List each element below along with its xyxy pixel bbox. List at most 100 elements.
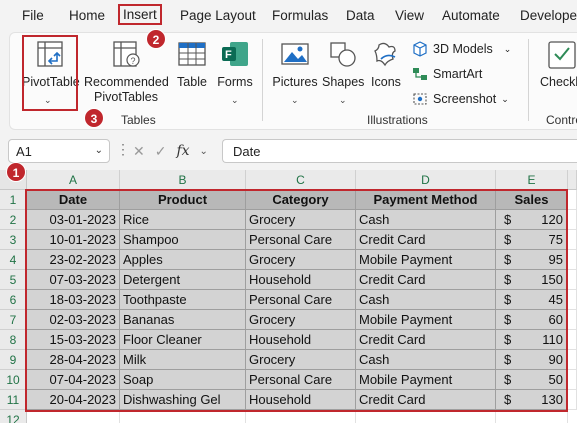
table-cell[interactable]: 18-03-2023 [27, 290, 120, 310]
chevron-down-icon[interactable]: ⌄ [504, 44, 512, 55]
sales-cell[interactable]: $130 [496, 390, 568, 410]
table-cell[interactable]: Bananas [120, 310, 246, 330]
row-header-12[interactable]: 12 [0, 410, 27, 423]
table-cell[interactable]: Credit Card [356, 230, 496, 250]
sales-cell[interactable]: $110 [496, 330, 568, 350]
table-cell[interactable]: Cash [356, 350, 496, 370]
sales-cell[interactable]: $45 [496, 290, 568, 310]
sales-cell[interactable]: $75 [496, 230, 568, 250]
table-cell[interactable]: 28-04-2023 [27, 350, 120, 370]
table-cell[interactable]: Grocery [246, 210, 356, 230]
empty-cell[interactable] [568, 330, 577, 350]
column-header-d[interactable]: D [356, 170, 496, 190]
table-cell[interactable]: Rice [120, 210, 246, 230]
row-header-6[interactable]: 6 [0, 290, 27, 310]
empty-cell[interactable] [568, 210, 577, 230]
table-cell[interactable]: 15-03-2023 [27, 330, 120, 350]
table-cell[interactable]: Cash [356, 210, 496, 230]
sales-cell[interactable]: $120 [496, 210, 568, 230]
table-cell[interactable]: Mobile Payment [356, 370, 496, 390]
row-header-11[interactable]: 11 [0, 390, 27, 410]
row-header-9[interactable]: 9 [0, 350, 27, 370]
chevron-down-icon[interactable]: ⌄ [231, 93, 239, 108]
tab-formulas[interactable]: Formulas [272, 8, 328, 23]
table-cell[interactable]: 03-01-2023 [27, 210, 120, 230]
sales-cell[interactable]: $150 [496, 270, 568, 290]
column-header-e[interactable]: E [496, 170, 568, 190]
table-cell[interactable]: Shampoo [120, 230, 246, 250]
empty-cell[interactable] [27, 410, 120, 423]
empty-cell[interactable] [568, 190, 577, 210]
table-cell[interactable]: 10-01-2023 [27, 230, 120, 250]
column-header-c[interactable]: C [246, 170, 356, 190]
cancel-icon[interactable]: ✕ [133, 143, 145, 160]
empty-cell[interactable] [568, 290, 577, 310]
forms-button[interactable]: F Forms ⌄ [215, 37, 255, 107]
table-cell[interactable]: Credit Card [356, 330, 496, 350]
confirm-icon[interactable]: ✓ [155, 143, 167, 160]
table-cell[interactable]: Credit Card [356, 390, 496, 410]
row-header-4[interactable]: 4 [0, 250, 27, 270]
table-cell[interactable]: Grocery [246, 250, 356, 270]
table-header-cell[interactable]: Category [246, 190, 356, 210]
table-cell[interactable]: 23-02-2023 [27, 250, 120, 270]
empty-cell[interactable] [496, 410, 568, 423]
table-cell[interactable]: 20-04-2023 [27, 390, 120, 410]
empty-cell[interactable] [568, 310, 577, 330]
table-cell[interactable]: Personal Care [246, 230, 356, 250]
empty-cell[interactable] [120, 410, 246, 423]
table-cell[interactable]: Grocery [246, 310, 356, 330]
smartart-button[interactable]: SmartArt [412, 66, 482, 82]
tab-insert[interactable]: Insert [118, 4, 162, 25]
table-cell[interactable]: Milk [120, 350, 246, 370]
row-header-8[interactable]: 8 [0, 330, 27, 350]
tab-developer[interactable]: Develope [520, 8, 577, 23]
empty-cell[interactable] [568, 270, 577, 290]
table-cell[interactable]: Detergent [120, 270, 246, 290]
table-header-cell[interactable]: Date [27, 190, 120, 210]
table-cell[interactable]: Personal Care [246, 370, 356, 390]
column-header-b[interactable]: B [120, 170, 246, 190]
table-header-cell[interactable]: Product [120, 190, 246, 210]
tab-home[interactable]: Home [69, 8, 105, 23]
table-cell[interactable]: Household [246, 330, 356, 350]
table-cell[interactable]: Floor Cleaner [120, 330, 246, 350]
sales-cell[interactable]: $95 [496, 250, 568, 270]
table-button[interactable]: Table [174, 37, 210, 107]
row-header-7[interactable]: 7 [0, 310, 27, 330]
table-cell[interactable]: Cash [356, 290, 496, 310]
row-header-5[interactable]: 5 [0, 270, 27, 290]
empty-cell[interactable] [568, 370, 577, 390]
sales-cell[interactable]: $60 [496, 310, 568, 330]
table-cell[interactable]: Dishwashing Gel [120, 390, 246, 410]
name-box[interactable]: A1 ⌄ [8, 139, 110, 163]
sales-cell[interactable]: $50 [496, 370, 568, 390]
empty-cell[interactable] [356, 410, 496, 423]
table-cell[interactable]: Household [246, 390, 356, 410]
screenshot-button[interactable]: Screenshot ⌄ [412, 91, 509, 107]
tab-automate[interactable]: Automate [442, 8, 500, 23]
chevron-down-icon[interactable]: ⌄ [95, 145, 103, 156]
formula-input[interactable]: Date [222, 139, 577, 163]
empty-cell[interactable] [568, 250, 577, 270]
tab-view[interactable]: View [395, 8, 424, 23]
tab-page-layout[interactable]: Page Layout [180, 8, 256, 23]
row-header-3[interactable]: 3 [0, 230, 27, 250]
table-cell[interactable]: Credit Card [356, 270, 496, 290]
empty-cell[interactable] [246, 410, 356, 423]
table-cell[interactable]: Mobile Payment [356, 250, 496, 270]
table-cell[interactable]: Soap [120, 370, 246, 390]
icons-button[interactable]: Icons [368, 37, 404, 107]
table-cell[interactable]: 02-03-2023 [27, 310, 120, 330]
chevron-down-icon[interactable]: ⌄ [501, 94, 509, 105]
chevron-down-icon[interactable]: ⌄ [291, 93, 299, 108]
empty-cell[interactable] [568, 350, 577, 370]
table-header-cell[interactable]: Sales [496, 190, 568, 210]
empty-cell[interactable] [568, 230, 577, 250]
column-header-a[interactable]: A [27, 170, 120, 190]
pictures-button[interactable]: Pictures ⌄ [272, 37, 318, 107]
shapes-button[interactable]: Shapes ⌄ [322, 37, 364, 107]
table-cell[interactable]: 07-03-2023 [27, 270, 120, 290]
row-header-1[interactable]: 1 [0, 190, 27, 210]
tab-data[interactable]: Data [346, 8, 375, 23]
